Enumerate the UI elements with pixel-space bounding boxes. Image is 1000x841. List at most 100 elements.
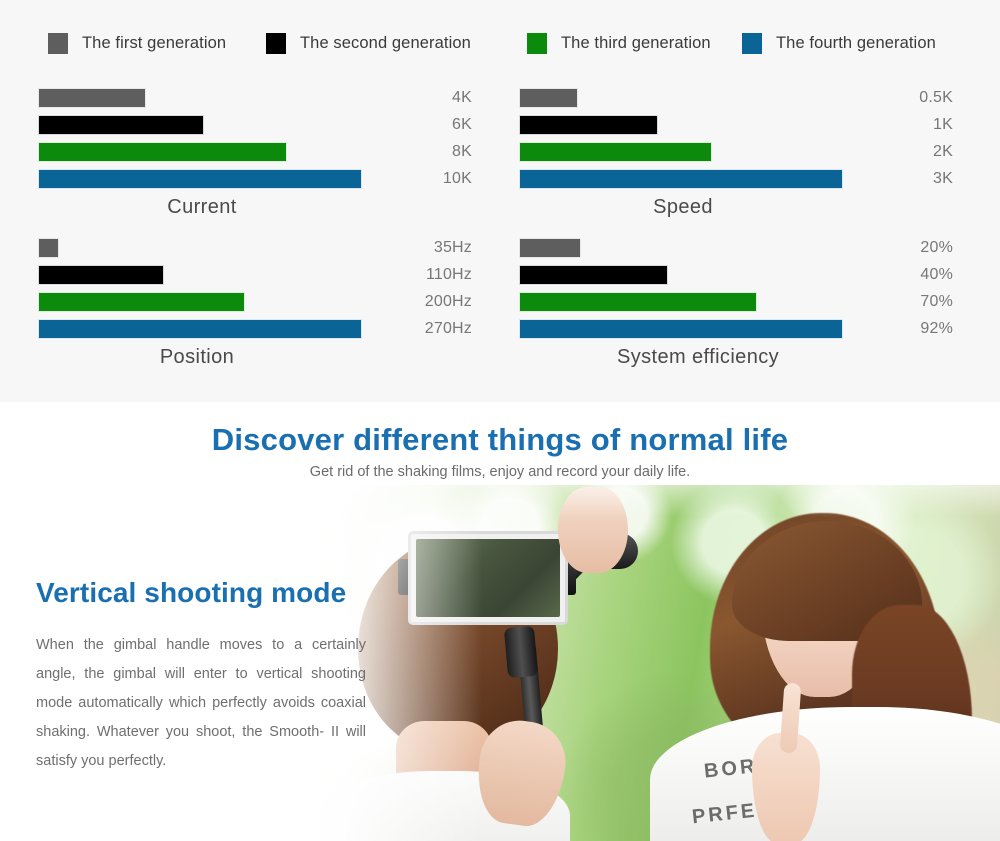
- product-page: The first generation The second generati…: [0, 0, 1000, 841]
- bar-value-label: 200Hz: [424, 293, 472, 310]
- bar-rows: 35Hz 110Hz 200Hz 270Hz: [22, 238, 472, 339]
- photo-smartphone: [408, 531, 568, 625]
- bar-row: 10K: [22, 169, 472, 189]
- bar-rows: 4K 6K 8K 10K: [22, 88, 472, 189]
- bar-value-label: 0.5K: [919, 89, 953, 106]
- bar-value-label: 8K: [452, 143, 472, 160]
- bar-track: [519, 169, 843, 189]
- bar-track: [519, 238, 843, 258]
- chart-title: System efficiency: [616, 346, 780, 368]
- photo-gimbal-lower-motor: [503, 625, 539, 679]
- bar-row: 6K: [22, 115, 472, 135]
- bar-fill-third-generation: [38, 142, 288, 162]
- bar-rows: 0.5K 1K 2K 3K: [503, 88, 953, 189]
- chart-title: Speed: [653, 196, 713, 218]
- legend-swatch-black: [266, 32, 286, 54]
- hero-section: Discover different things of normal life…: [0, 402, 1000, 841]
- bar-fill-second-generation: [519, 115, 659, 135]
- bar-track: [38, 169, 362, 189]
- bar-row: 4K: [22, 88, 472, 108]
- bar-value-label: 92%: [920, 320, 953, 337]
- bar-row: 20%: [503, 238, 953, 258]
- bar-track: [38, 265, 362, 285]
- bar-row: 0.5K: [503, 88, 953, 108]
- legend-label: The second generation: [300, 33, 471, 52]
- chart-position: 35Hz 110Hz 200Hz 270Hz Position: [22, 238, 472, 368]
- bar-row: 35Hz: [22, 238, 472, 258]
- bar-fill-fourth-generation: [519, 319, 843, 339]
- bar-fill-second-generation: [38, 115, 204, 135]
- chart-title: Current: [167, 196, 237, 218]
- bar-track: [38, 292, 362, 312]
- bar-value-label: 4K: [452, 89, 472, 106]
- bar-row: 3K: [503, 169, 953, 189]
- bar-row: 110Hz: [22, 265, 472, 285]
- bar-value-label: 2K: [933, 143, 953, 160]
- legend-label: The first generation: [82, 33, 227, 52]
- bar-row: 40%: [503, 265, 953, 285]
- bar-track: [519, 88, 843, 108]
- bar-fill-fourth-generation: [519, 169, 843, 189]
- bar-rows: 20% 40% 70% 92%: [503, 238, 953, 339]
- bar-track: [519, 115, 843, 135]
- bar-track: [38, 88, 362, 108]
- photo-hand-upper: [558, 487, 628, 573]
- bar-track: [38, 142, 362, 162]
- bar-value-label: 1K: [933, 116, 953, 133]
- bar-track: [519, 142, 843, 162]
- chart-title: Position: [159, 346, 235, 368]
- bar-track: [38, 238, 362, 258]
- feature-copy-block: Vertical shooting mode When the gimbal h…: [36, 577, 366, 776]
- bar-row: 1K: [503, 115, 953, 135]
- bar-value-label: 40%: [920, 266, 953, 283]
- bar-fill-third-generation: [38, 292, 246, 312]
- bar-fill-first-generation: [519, 238, 581, 258]
- feature-body: When the gimbal handle moves to a certai…: [36, 637, 366, 769]
- chart-legend: The first generation The second generati…: [0, 30, 1000, 64]
- legend-item-fourth-generation: The fourth generation: [742, 30, 936, 56]
- bar-fill-third-generation: [519, 292, 758, 312]
- legend-label: The fourth generation: [776, 33, 936, 52]
- bar-row: 92%: [503, 319, 953, 339]
- bar-track: [519, 292, 843, 312]
- bar-fill-second-generation: [38, 265, 165, 285]
- bar-row: 70%: [503, 292, 953, 312]
- bar-fill-second-generation: [519, 265, 669, 285]
- legend-label: The third generation: [561, 33, 711, 52]
- photo-smartphone-screen: [416, 539, 560, 617]
- bar-track: [519, 265, 843, 285]
- bar-row: 8K: [22, 142, 472, 162]
- bar-value-label: 110Hz: [425, 266, 472, 283]
- hero-title: Discover different things of normal life: [211, 422, 789, 457]
- legend-item-third-generation: The third generation: [527, 30, 711, 56]
- lifestyle-photo: BORN PRFE: [300, 485, 1000, 841]
- hero-subtitle: Get rid of the shaking films, enjoy and …: [309, 464, 691, 480]
- bar-fill-fourth-generation: [38, 319, 362, 339]
- bar-value-label: 3K: [933, 170, 953, 187]
- legend-swatch-blue: [742, 32, 762, 54]
- bar-track: [38, 319, 362, 339]
- bar-row: 2K: [503, 142, 953, 162]
- bar-value-label: 6K: [452, 116, 472, 133]
- bar-value-label: 10K: [442, 170, 472, 187]
- bar-fill-third-generation: [519, 142, 712, 162]
- bar-value-label: 35Hz: [433, 239, 472, 256]
- bar-fill-fourth-generation: [38, 169, 362, 189]
- bar-value-label: 20%: [920, 239, 953, 256]
- bar-value-label: 70%: [920, 293, 953, 310]
- bar-track: [38, 115, 362, 135]
- chart-system-efficiency: 20% 40% 70% 92% System efficiency: [503, 238, 953, 368]
- legend-swatch-green: [527, 32, 547, 54]
- bar-row: 270Hz: [22, 319, 472, 339]
- legend-swatch-gray: [48, 32, 68, 54]
- chart-speed: 0.5K 1K 2K 3K Speed: [503, 88, 953, 218]
- bar-row: 200Hz: [22, 292, 472, 312]
- feature-title: Vertical shooting mode: [36, 577, 347, 608]
- chart-current: 4K 6K 8K 10K Current: [22, 88, 472, 218]
- legend-item-second-generation: The second generation: [266, 30, 471, 56]
- bar-fill-first-generation: [38, 88, 146, 108]
- bar-value-label: 270Hz: [424, 320, 472, 337]
- bar-fill-first-generation: [519, 88, 579, 108]
- bar-track: [519, 319, 843, 339]
- charts-panel: The first generation The second generati…: [0, 0, 1000, 402]
